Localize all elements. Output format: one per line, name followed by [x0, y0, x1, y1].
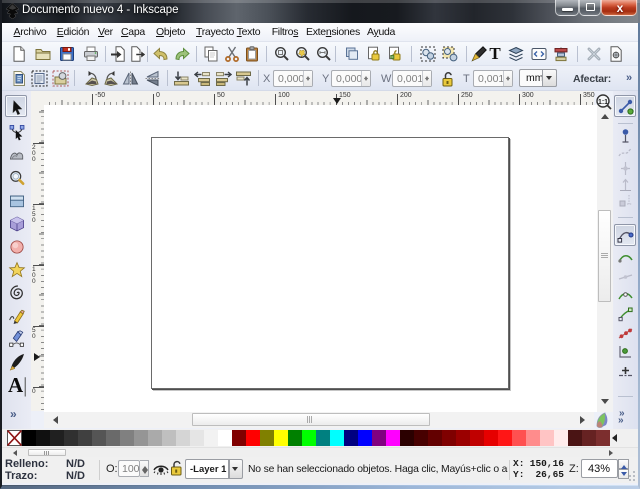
svg-text:1:1: 1:1: [598, 99, 608, 106]
